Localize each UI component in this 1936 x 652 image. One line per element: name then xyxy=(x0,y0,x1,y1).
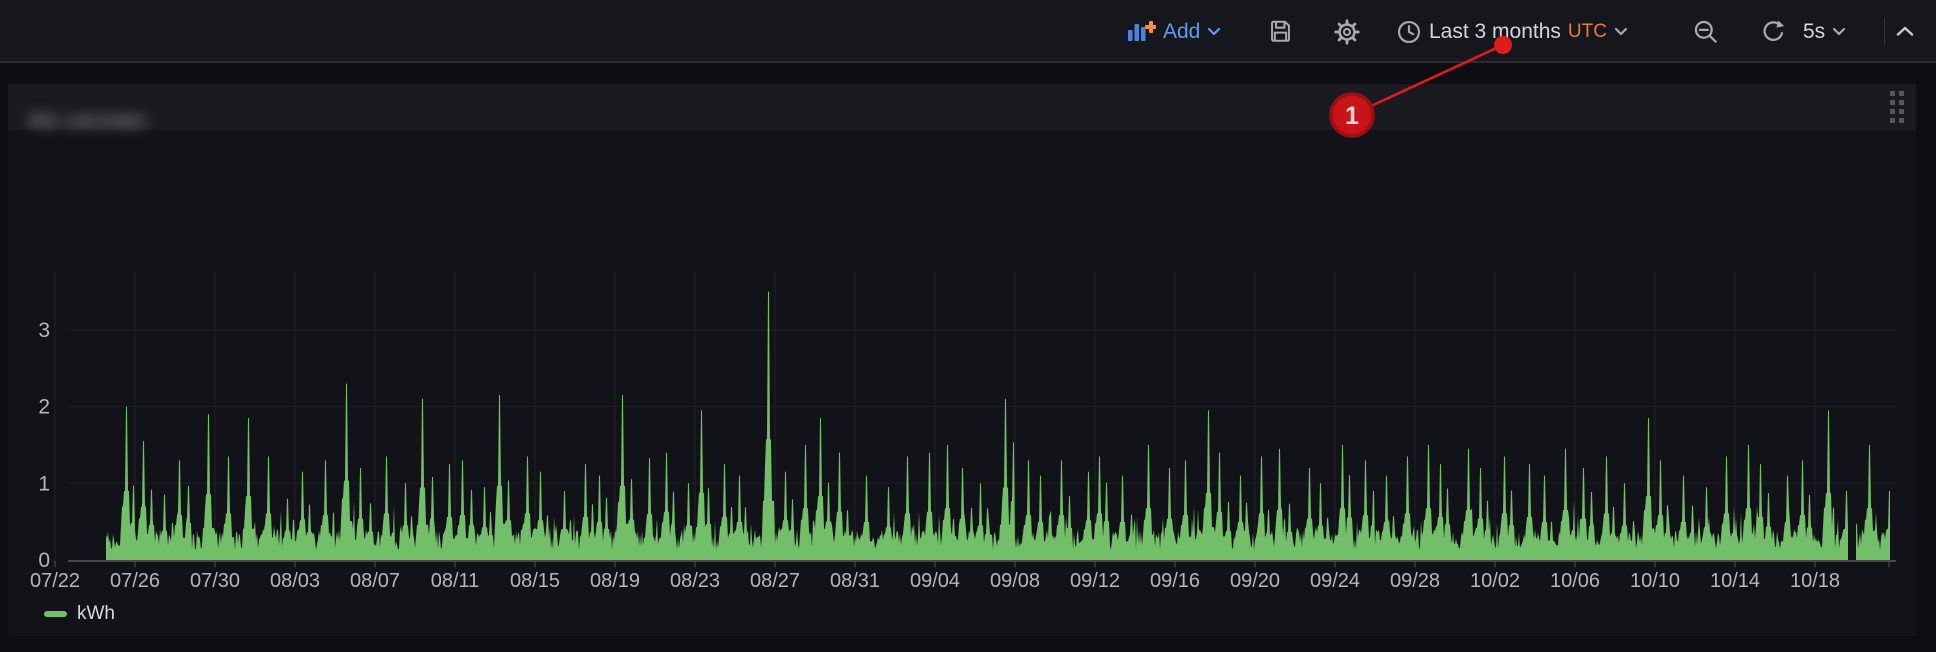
floppy-disk-icon xyxy=(1267,18,1294,45)
add-panel-button[interactable]: Add xyxy=(1126,0,1221,63)
bar-chart-plus-icon xyxy=(1126,19,1156,45)
refresh-button[interactable] xyxy=(1760,0,1787,63)
zoom-out-time-button[interactable] xyxy=(1692,0,1719,63)
panel-title: RD-1923382 xyxy=(29,112,147,134)
chart-plot-area[interactable] xyxy=(68,230,1896,561)
gear-icon xyxy=(1333,18,1361,46)
dashboard-toolbar: Add xyxy=(0,0,1936,63)
refresh-icon xyxy=(1760,18,1787,45)
panel-drag-handle-icon[interactable] xyxy=(1889,90,1915,128)
time-range-label: Last 3 months xyxy=(1429,20,1561,44)
time-range-picker[interactable]: Last 3 months UTC xyxy=(1396,0,1628,63)
toolbar-divider xyxy=(1884,18,1885,45)
magnifier-minus-icon xyxy=(1692,18,1719,45)
dashboard-settings-button[interactable] xyxy=(1333,0,1361,63)
add-button-label: Add xyxy=(1163,20,1200,44)
legend-series-label: kWh xyxy=(77,603,115,625)
legend-item-kwh[interactable]: kWh xyxy=(44,603,115,625)
chevron-up-icon xyxy=(1896,26,1914,37)
chevron-down-icon xyxy=(1832,27,1846,36)
clock-icon xyxy=(1396,19,1422,45)
refresh-interval-dropdown[interactable]: 5s xyxy=(1803,0,1846,63)
collapse-toolbar-button[interactable] xyxy=(1896,0,1914,63)
panel-header[interactable] xyxy=(8,84,1916,130)
chevron-down-icon xyxy=(1207,27,1221,36)
legend-series-swatch xyxy=(44,611,67,617)
save-dashboard-button[interactable] xyxy=(1267,0,1294,63)
chevron-down-icon xyxy=(1614,27,1628,36)
timezone-label: UTC xyxy=(1568,21,1607,43)
refresh-interval-value: 5s xyxy=(1803,20,1825,44)
